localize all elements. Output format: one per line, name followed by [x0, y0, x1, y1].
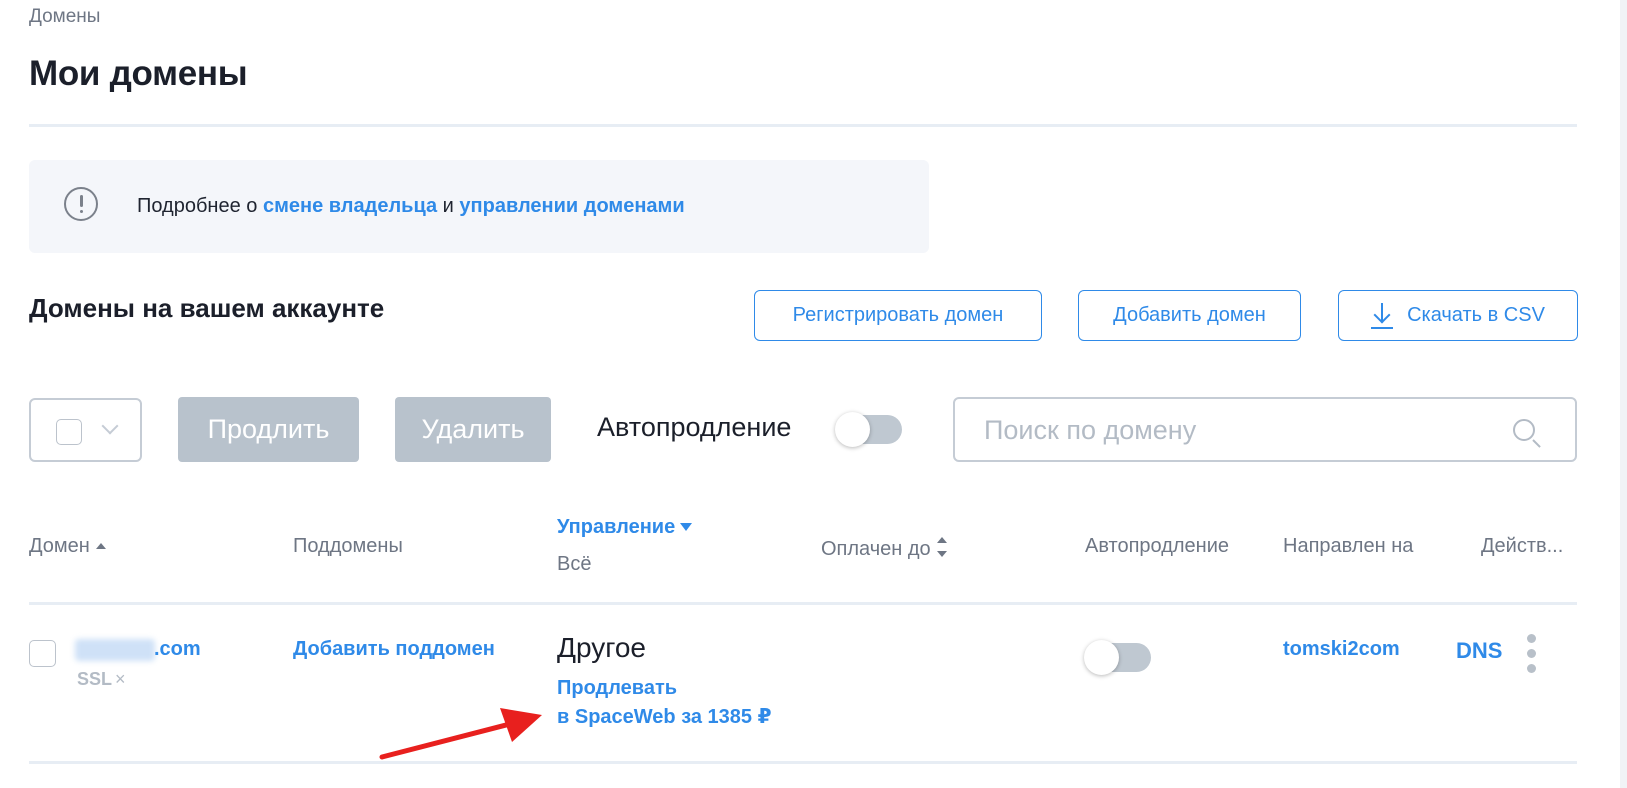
- dns-link[interactable]: DNS: [1456, 638, 1502, 664]
- info-middle: и: [437, 195, 460, 217]
- column-header-autorenew: Автопродление: [1085, 535, 1230, 557]
- domain-management-link[interactable]: управлении доменами: [459, 195, 684, 217]
- info-text: Подробнее о смене владельца и управлении…: [137, 195, 685, 218]
- download-csv-label: Скачать в CSV: [1407, 304, 1545, 326]
- owner-change-link[interactable]: смене владельца: [263, 195, 437, 217]
- column-header-actions: Действ...: [1481, 535, 1564, 557]
- section-title: Домены на вашем аккаунте: [29, 293, 385, 323]
- info-banner: Подробнее о смене владельца и управлении…: [29, 160, 929, 253]
- renew-spaceweb-link[interactable]: Продлевать в SpaceWeb за 1385 ₽: [557, 674, 772, 732]
- chevron-down-icon: [101, 417, 119, 435]
- register-domain-button[interactable]: Регистрировать домен: [754, 290, 1042, 341]
- download-csv-button[interactable]: Скачать в CSV: [1338, 290, 1578, 341]
- management-value: Другое: [557, 632, 646, 663]
- bulk-select-dropdown[interactable]: [29, 398, 142, 462]
- add-domain-button[interactable]: Добавить домен: [1078, 290, 1301, 341]
- column-header-management[interactable]: Управление: [557, 516, 693, 539]
- renew-line-1: Продлевать: [557, 677, 678, 699]
- info-prefix: Подробнее о: [137, 195, 263, 217]
- domain-link[interactable]: .com: [154, 638, 201, 661]
- breadcrumb[interactable]: Домены: [29, 6, 100, 28]
- table-row-divider: [29, 761, 1577, 764]
- filter-icon: [680, 523, 693, 531]
- row-autorenew-toggle[interactable]: [1084, 640, 1151, 675]
- column-header-paid-until-label: Оплачен до: [821, 538, 931, 560]
- blurred-domain-name: [75, 639, 155, 661]
- column-header-subdomains: Поддомены: [293, 535, 403, 557]
- red-arrow-annotation: [379, 708, 542, 760]
- column-header-management-label: Управление: [557, 516, 676, 538]
- autorenew-toggle[interactable]: [835, 412, 902, 447]
- directed-to-link[interactable]: tomski2com: [1283, 638, 1400, 661]
- column-header-domain[interactable]: Домен: [29, 535, 106, 558]
- select-all-checkbox[interactable]: [56, 419, 82, 445]
- page-title: Мои домены: [29, 54, 248, 93]
- renew-line-2: в SpaceWeb за 1385 ₽: [557, 706, 772, 728]
- extend-button[interactable]: Продлить: [178, 397, 359, 462]
- exclamation-icon: [64, 187, 98, 221]
- download-icon: [1371, 302, 1394, 329]
- add-subdomain-link[interactable]: Добавить поддомен: [293, 638, 495, 661]
- search-icon: [1513, 419, 1535, 441]
- table-header-divider: [29, 602, 1577, 605]
- column-header-domain-label: Домен: [29, 535, 90, 557]
- scrollbar-track[interactable]: [1620, 0, 1627, 788]
- more-actions-icon[interactable]: [1527, 634, 1537, 674]
- column-header-paid-until[interactable]: Оплачен до: [821, 535, 947, 561]
- row-checkbox[interactable]: [29, 640, 56, 667]
- domain-search-input[interactable]: Поиск по домену: [953, 397, 1577, 462]
- divider: [29, 124, 1577, 127]
- delete-button[interactable]: Удалить: [395, 397, 551, 462]
- close-icon: ×: [115, 669, 126, 689]
- search-placeholder: Поиск по домену: [984, 415, 1197, 445]
- ssl-status: SSL ×: [77, 669, 126, 690]
- management-filter-value[interactable]: Всё: [557, 553, 591, 576]
- ssl-label: SSL: [77, 669, 113, 689]
- column-header-directed-to: Направлен на: [1283, 535, 1414, 557]
- autorenew-label: Автопродление: [597, 412, 792, 442]
- sort-icon: [936, 535, 947, 561]
- sort-asc-icon: [95, 543, 106, 549]
